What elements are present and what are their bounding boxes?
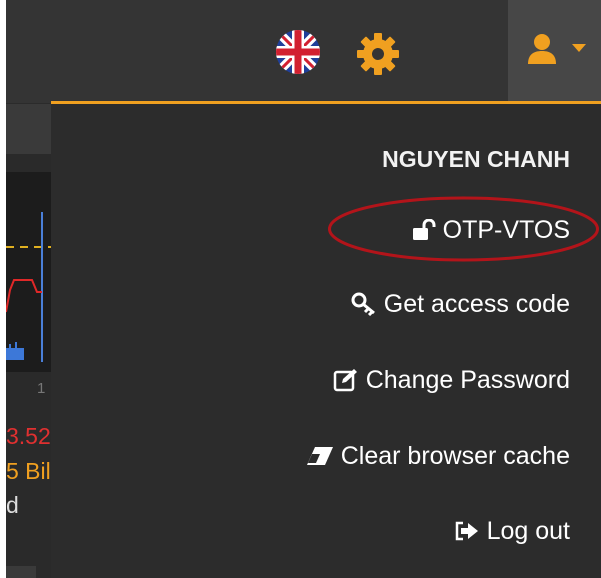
status-text: d — [6, 492, 19, 518]
dashboard-chart — [5, 172, 51, 372]
caret-down-icon[interactable] — [572, 44, 586, 52]
key-icon — [351, 292, 377, 316]
menu-item-get-access-code[interactable]: Get access code — [351, 284, 570, 324]
menu-item-clear-browser-cache[interactable]: Clear browser cache — [306, 436, 570, 476]
menu-item-log-out[interactable]: Log out — [454, 511, 570, 551]
price-value: 3.52 — [6, 423, 51, 449]
dashboard-footer — [6, 566, 36, 578]
edit-icon — [333, 368, 359, 392]
user-name: NGUYEN CHANH — [382, 145, 570, 172]
chart-graphic — [5, 212, 51, 362]
menu-item-label: Get access code — [383, 289, 570, 318]
menu-item-label: Clear browser cache — [340, 441, 570, 470]
uk-flag-icon[interactable] — [275, 29, 321, 75]
menu-item-label: Log out — [486, 516, 570, 545]
eraser-icon — [306, 446, 334, 466]
menu-item-change-password[interactable]: Change Password — [333, 360, 570, 400]
gear-icon[interactable] — [356, 32, 400, 76]
app-window: 1 3.52 5 Bil d NGUYEN CHANH OTP-VTOS Get… — [0, 0, 601, 578]
user-icon[interactable] — [527, 33, 557, 65]
volume-value: 5 Bil — [6, 458, 51, 484]
dashboard-tab-bar — [6, 104, 51, 154]
highlight-annotation — [328, 196, 599, 262]
sign-out-icon — [454, 520, 480, 542]
menu-item-label: Change Password — [365, 365, 570, 394]
chart-tick-label: 1 — [37, 380, 46, 397]
